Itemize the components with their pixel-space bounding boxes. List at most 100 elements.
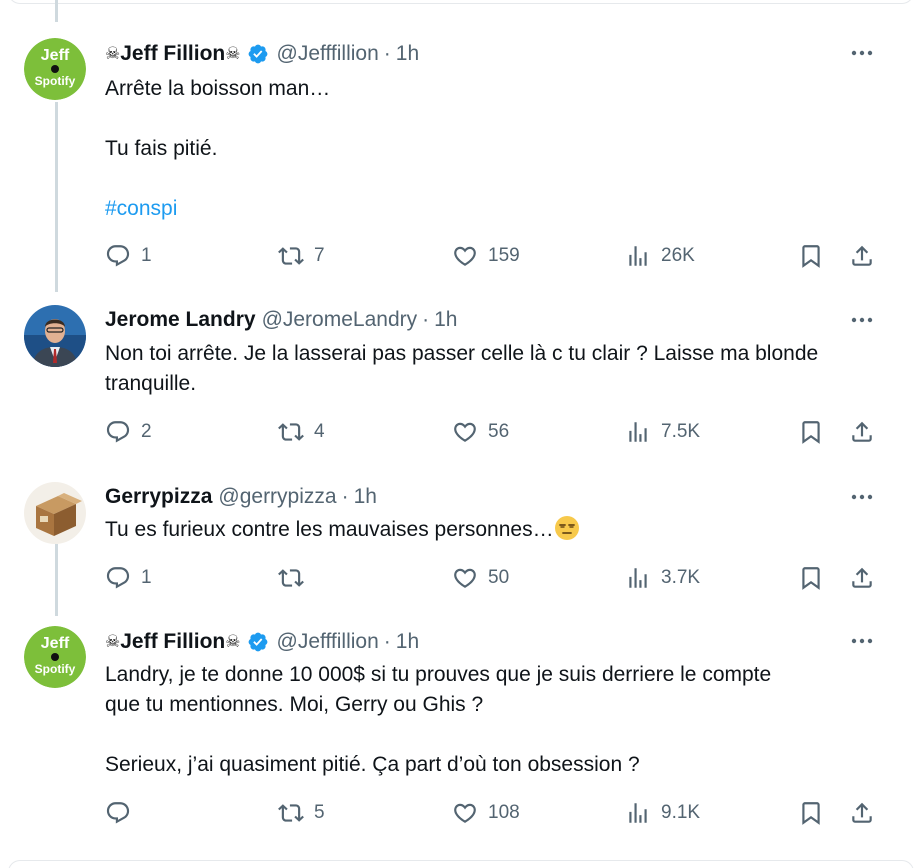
views-button[interactable]: 7.5K: [625, 417, 700, 447]
like-button[interactable]: 108: [452, 798, 520, 828]
unamused-emoji: [554, 516, 579, 540]
tweet-line-text: Tu es furieux contre les mauvaises perso…: [105, 518, 554, 541]
like-icon: [454, 568, 476, 588]
tweet-text: Non toi arrête. Je la lasserai pas passe…: [105, 339, 895, 399]
tweet-line: [105, 104, 895, 134]
views-button[interactable]: 9.1K: [625, 798, 700, 828]
tweet-header: Jerome Landry @JeromeLandry · 1h: [105, 305, 457, 335]
retweet-button[interactable]: [278, 563, 314, 593]
timestamp[interactable]: 1h: [354, 485, 377, 509]
avatar[interactable]: Jeff Spotify: [24, 38, 86, 100]
tweet[interactable]: Jerome Landry @JeromeLandry · 1h Non toi…: [0, 305, 922, 455]
retweet-count: 4: [314, 421, 325, 442]
tweet-line: Non toi arrête. Je la lasserai pas passe…: [105, 342, 819, 365]
user-handle[interactable]: @JeromeLandry: [262, 308, 418, 332]
tweet-header: ☠ Jeff Fillion ☠ @Jefffillion · 1h: [105, 627, 419, 657]
display-name[interactable]: Jeff Fillion: [120, 42, 225, 66]
tweet[interactable]: Jeff Spotify ☠ Jeff Fillion ☠ @Jefffilli…: [0, 626, 922, 846]
timestamp[interactable]: 1h: [396, 42, 419, 66]
share-button[interactable]: [849, 417, 875, 447]
bookmark-button[interactable]: [798, 798, 824, 828]
retweet-icon: [278, 569, 304, 587]
bookmark-button[interactable]: [798, 563, 824, 593]
timestamp[interactable]: 1h: [434, 308, 457, 332]
more-icon[interactable]: [850, 634, 874, 648]
retweet-button[interactable]: 4: [278, 417, 325, 447]
reply-icon: [106, 245, 130, 267]
display-name[interactable]: Gerrypizza: [105, 485, 212, 509]
avatar-text-jeff: Jeff: [41, 635, 70, 652]
separator: ·: [341, 485, 349, 508]
views-icon: [629, 246, 647, 266]
reply-button[interactable]: 2: [105, 417, 152, 447]
bookmark-button[interactable]: [798, 241, 824, 271]
like-button[interactable]: 50: [452, 563, 509, 593]
tweet-text: Tu es furieux contre les mauvaises perso…: [105, 515, 895, 545]
more-icon[interactable]: [850, 46, 874, 60]
views-button[interactable]: 3.7K: [625, 563, 700, 593]
display-name[interactable]: Jerome Landry: [105, 308, 256, 332]
like-button[interactable]: 159: [452, 241, 520, 271]
timestamp[interactable]: 1h: [396, 630, 419, 654]
views-count: 3.7K: [661, 567, 701, 588]
avatar-text-spotify: Spotify: [35, 662, 76, 676]
tweet[interactable]: Gerrypizza @gerrypizza · 1h Tu es furieu…: [0, 482, 922, 602]
more-icon[interactable]: [850, 490, 874, 504]
reply-button[interactable]: 1: [105, 563, 152, 593]
retweet-icon: [278, 423, 304, 441]
like-count: 56: [488, 421, 510, 442]
tweet[interactable]: Jeff Spotify ☠ Jeff Fillion ☠ @Jefffilli…: [0, 38, 922, 278]
display-name[interactable]: Jeff Fillion: [120, 630, 225, 654]
action-bar: 1 7 159 26K: [105, 241, 875, 271]
tweet-line: que tu mentionnes. Moi, Gerry ou Ghis ?: [105, 693, 484, 716]
tweet-line: Tu fais pitié.: [105, 137, 218, 160]
views-icon: [629, 568, 647, 588]
user-handle[interactable]: @Jefffillion: [277, 630, 379, 654]
retweet-icon: [278, 804, 304, 822]
tweet-line: Arrête la boisson man…: [105, 77, 331, 100]
separator: ·: [422, 308, 430, 331]
bookmark-icon: [802, 567, 820, 590]
avatar-text-jeff: Jeff: [41, 47, 70, 64]
retweet-icon: [278, 247, 304, 265]
tweet-line: Landry, je te donne 10 000$ si tu prouve…: [105, 663, 772, 686]
tweet-header: Gerrypizza @gerrypizza · 1h: [105, 482, 377, 512]
reply-count: 2: [141, 421, 152, 442]
share-button[interactable]: [849, 563, 875, 593]
tweet-line: Serieux, j’ai quasiment pitié. Ça part d…: [105, 753, 640, 776]
views-count: 7.5K: [661, 421, 701, 442]
like-button[interactable]: 56: [452, 417, 509, 447]
retweet-button[interactable]: 5: [278, 798, 325, 828]
tweet-line: [105, 164, 895, 194]
views-icon: [629, 422, 647, 442]
reply-button[interactable]: 1: [105, 241, 152, 271]
bookmark-icon: [802, 802, 820, 825]
retweet-button[interactable]: 7: [278, 241, 325, 271]
skull-emoji: ☠: [225, 44, 241, 64]
avatar[interactable]: [24, 482, 86, 544]
user-handle[interactable]: @Jefffillion: [277, 42, 379, 66]
like-count: 50: [488, 567, 510, 588]
avatar[interactable]: Jeff Spotify: [24, 626, 86, 688]
verified-icon: [248, 632, 267, 652]
like-count: 108: [488, 802, 520, 823]
share-button[interactable]: [849, 798, 875, 828]
reply-count: 1: [141, 567, 152, 588]
views-button[interactable]: 26K: [625, 241, 695, 271]
share-button[interactable]: [849, 241, 875, 271]
skull-emoji: ☠: [105, 44, 121, 64]
like-icon: [454, 246, 476, 266]
hashtag-link[interactable]: #conspi: [105, 194, 895, 224]
retweet-count: 5: [314, 802, 325, 823]
avatar[interactable]: [24, 305, 86, 367]
more-icon[interactable]: [850, 313, 874, 327]
like-icon: [454, 803, 476, 823]
previous-tweet-frame: [8, 0, 914, 4]
reply-icon: [106, 567, 130, 589]
bookmark-button[interactable]: [798, 417, 824, 447]
verified-icon: [248, 44, 267, 64]
thread-line: [55, 0, 58, 22]
reply-button[interactable]: [105, 798, 141, 828]
tweet-line: tranquille.: [105, 372, 197, 395]
user-handle[interactable]: @gerrypizza: [218, 485, 336, 509]
